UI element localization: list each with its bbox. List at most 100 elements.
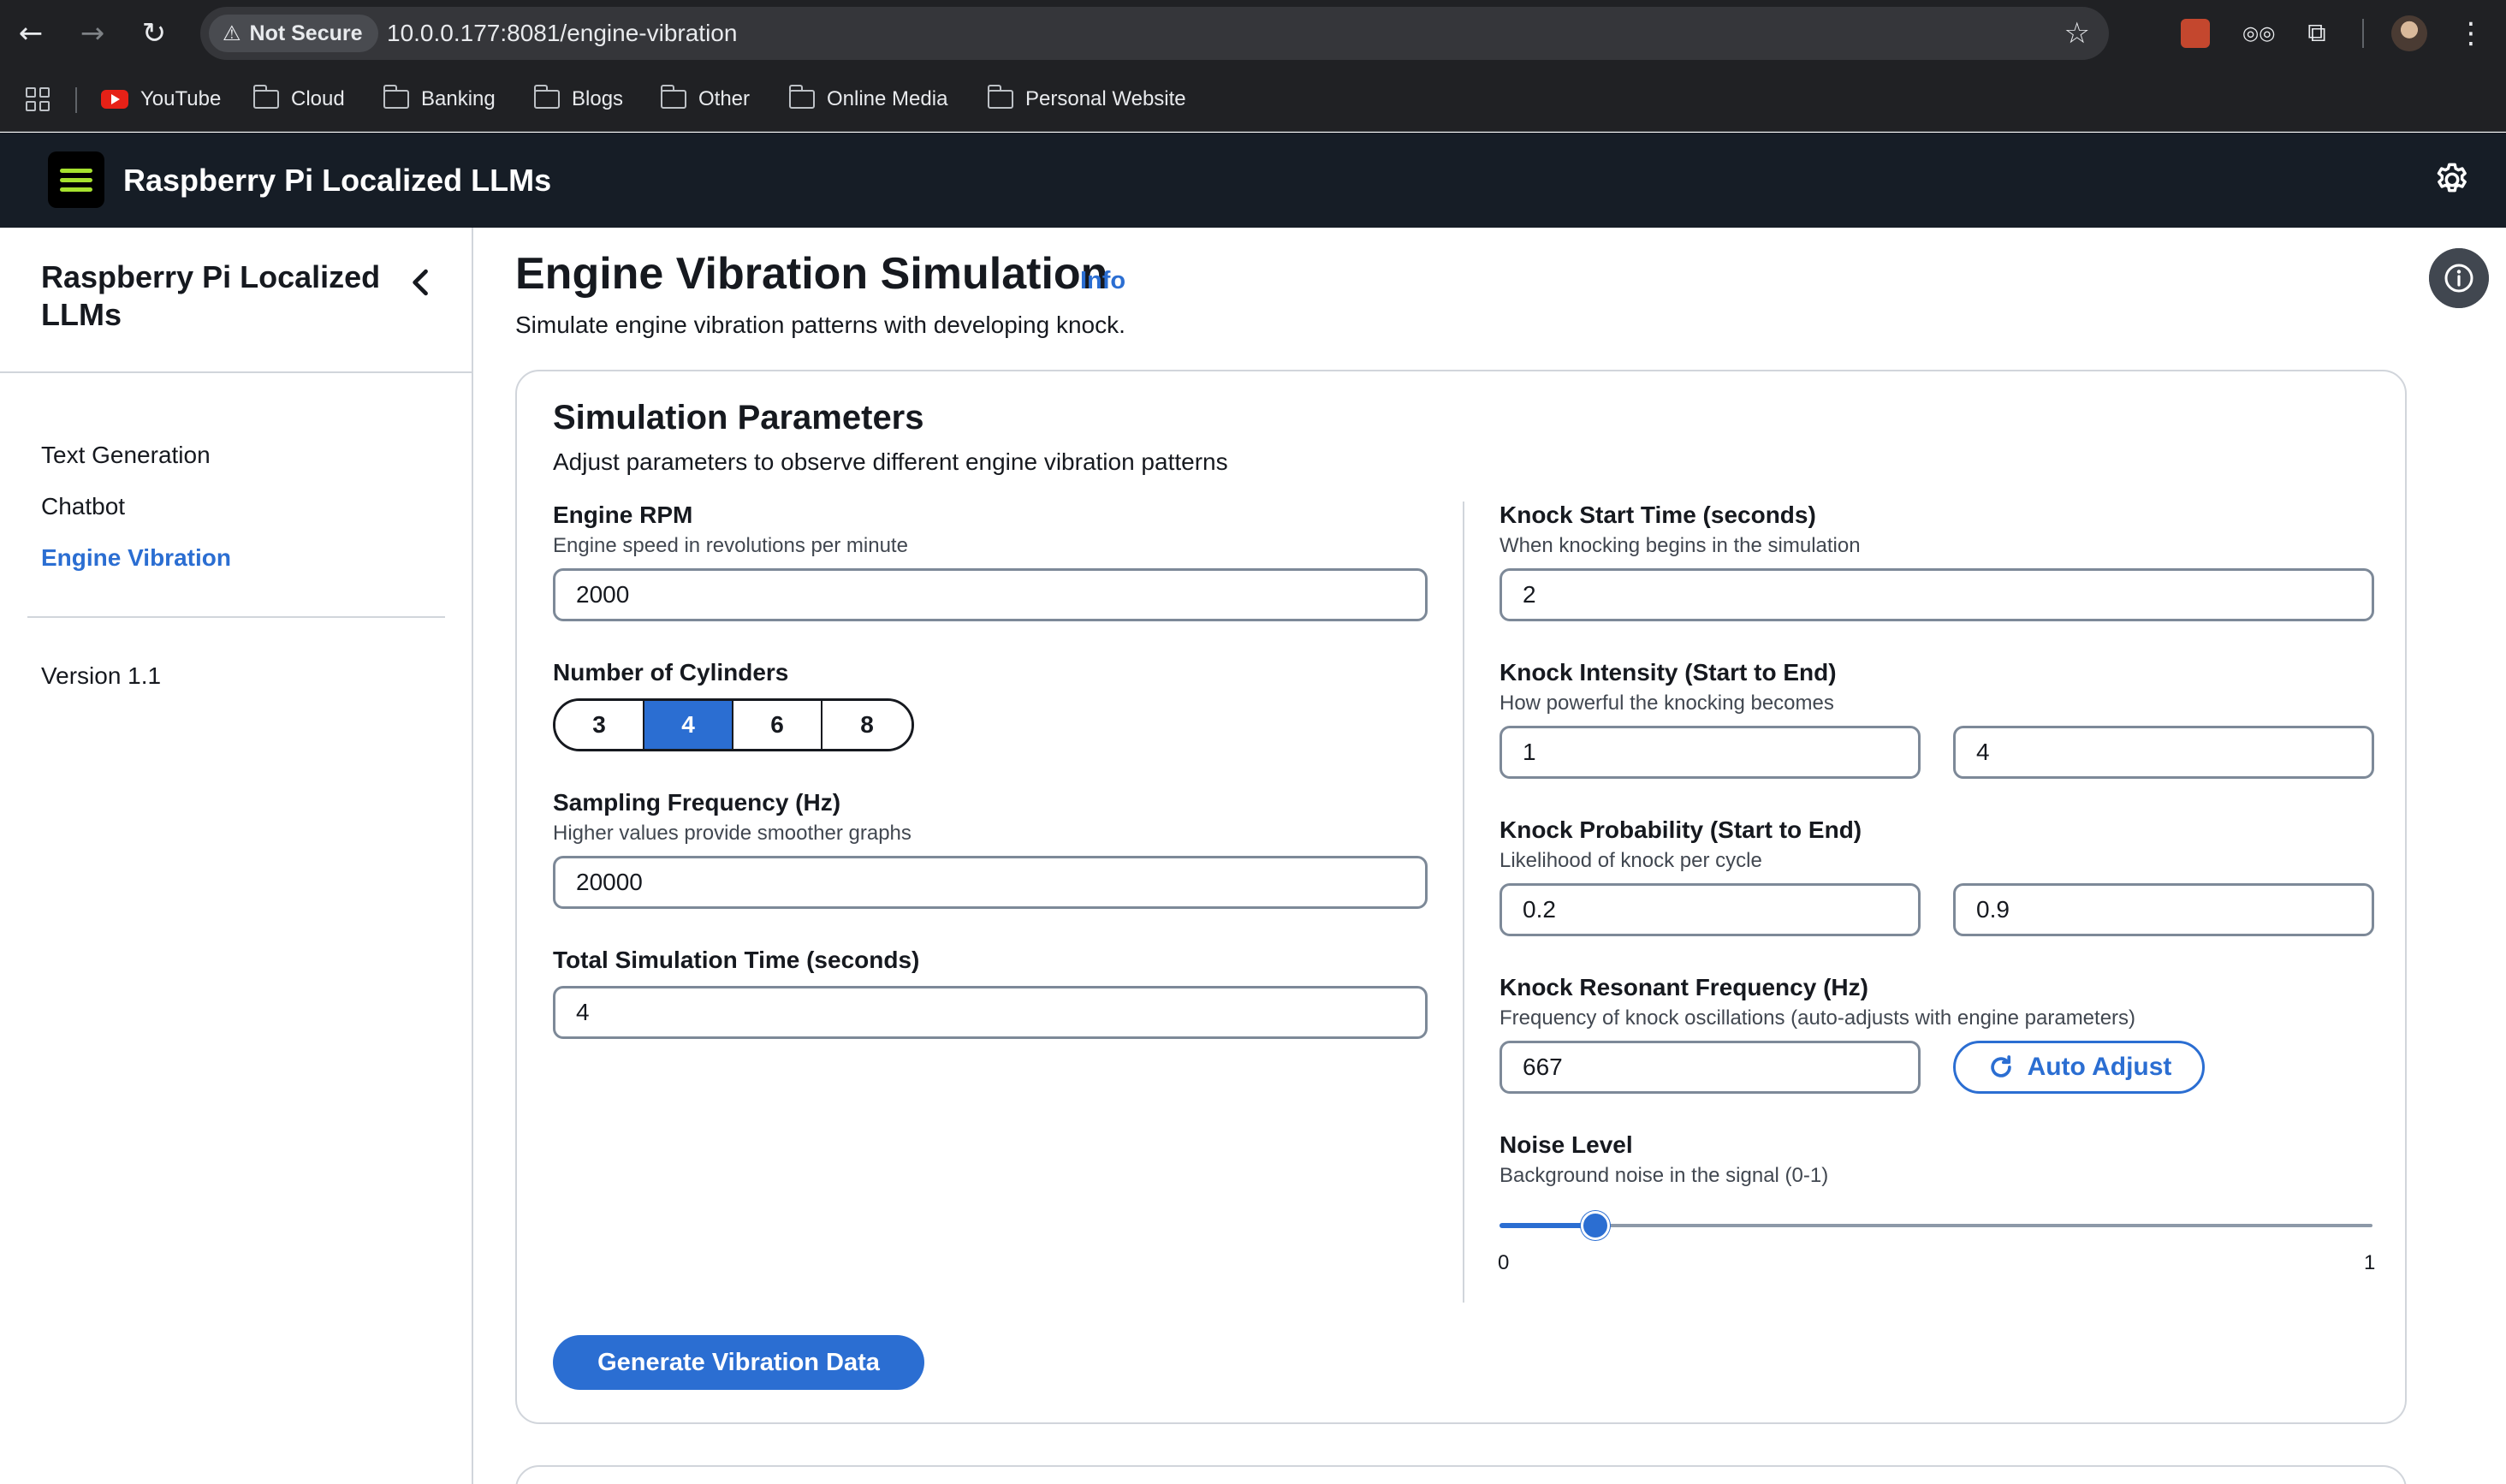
- security-label: Not Secure: [249, 21, 363, 45]
- sidebar-item-text-generation[interactable]: Text Generation: [41, 442, 211, 469]
- auto-adjust-label: Auto Adjust: [2027, 1053, 2172, 1081]
- sidebar-divider: [27, 616, 445, 618]
- total-time-label: Total Simulation Time (seconds): [553, 947, 920, 973]
- toolbar-separator: [2362, 19, 2364, 48]
- knock-probability-start-input[interactable]: [1499, 883, 1921, 936]
- slider-max-label: 1: [2364, 1251, 2376, 1274]
- bookmark-star-icon[interactable]: ☆: [2064, 7, 2090, 60]
- knock-probability-label: Knock Probability (Start to End): [1499, 816, 1862, 843]
- warning-icon: ⚠: [223, 21, 241, 45]
- panel-title: Simulation Parameters: [553, 399, 924, 436]
- bookmark-online-media[interactable]: Online Media: [788, 67, 948, 132]
- folder-icon: [987, 85, 1013, 109]
- info-link[interactable]: Info: [1080, 267, 1125, 295]
- address-bar[interactable]: ⚠ Not Secure 10.0.0.177:8081/engine-vibr…: [200, 7, 2109, 60]
- noise-level-label: Noise Level: [1499, 1131, 1633, 1158]
- noise-level-hint: Background noise in the signal (0-1): [1499, 1164, 1829, 1187]
- app-title: Raspberry Pi Localized LLMs: [123, 163, 552, 198]
- bookmark-label: Personal Website: [1025, 87, 1186, 110]
- folder-icon: [383, 85, 409, 109]
- noise-level-slider[interactable]: [1499, 1211, 2372, 1240]
- cylinders-label: Number of Cylinders: [553, 659, 789, 686]
- bookmark-youtube[interactable]: YouTube: [101, 67, 221, 132]
- apps-grid-icon[interactable]: [26, 87, 50, 111]
- url-text[interactable]: 10.0.0.177:8081/engine-vibration: [387, 7, 737, 60]
- generate-vibration-data-button[interactable]: Generate Vibration Data: [553, 1335, 924, 1390]
- security-chip[interactable]: ⚠ Not Secure: [209, 15, 378, 52]
- engine-rpm-hint: Engine speed in revolutions per minute: [553, 534, 908, 557]
- sampling-frequency-label: Sampling Frequency (Hz): [553, 789, 841, 816]
- bookmark-label: Online Media: [827, 87, 948, 110]
- bookmark-label: Cloud: [291, 87, 345, 110]
- hamburger-menu-icon[interactable]: [48, 151, 104, 208]
- folder-icon: [788, 85, 815, 109]
- app-header: Raspberry Pi Localized LLMs: [0, 133, 2506, 228]
- extension-glasses-icon[interactable]: ◎◎: [2242, 19, 2275, 48]
- refresh-icon: [1990, 1055, 2011, 1077]
- cylinders-option-3[interactable]: 3: [555, 701, 644, 749]
- browser-toolbar: ← → ↻ ⚠ Not Secure 10.0.0.177:8081/engin…: [0, 0, 2506, 67]
- reload-icon[interactable]: ↻: [135, 15, 173, 52]
- version-label: Version 1.1: [41, 662, 162, 689]
- cylinders-option-4[interactable]: 4: [644, 701, 733, 749]
- info-panel-icon[interactable]: [2429, 248, 2489, 308]
- forward-icon[interactable]: →: [74, 15, 111, 52]
- auto-adjust-button[interactable]: Auto Adjust: [1953, 1041, 2205, 1094]
- sidebar-item-engine-vibration[interactable]: Engine Vibration: [41, 544, 231, 572]
- resonant-frequency-input[interactable]: [1499, 1041, 1921, 1094]
- knock-intensity-label: Knock Intensity (Start to End): [1499, 659, 1837, 686]
- page-description: Simulate engine vibration patterns with …: [515, 312, 1125, 338]
- bookmark-label: Other: [698, 87, 751, 110]
- sidebar-title: Raspberry Pi Localized LLMs: [41, 259, 381, 332]
- cylinders-option-6[interactable]: 6: [733, 701, 822, 749]
- sampling-frequency-hint: Higher values provide smoother graphs: [553, 822, 912, 845]
- sidebar-item-chatbot[interactable]: Chatbot: [41, 493, 125, 520]
- folder-icon: [533, 85, 560, 109]
- extension-icon[interactable]: [2181, 19, 2210, 48]
- bookmarks-separator: [75, 87, 77, 113]
- collapse-chevron-left-icon[interactable]: [402, 264, 440, 301]
- knock-start-hint: When knocking begins in the simulation: [1499, 534, 1861, 557]
- knock-start-label: Knock Start Time (seconds): [1499, 502, 1816, 528]
- engine-rpm-label: Engine RPM: [553, 502, 693, 528]
- sampling-frequency-input[interactable]: [553, 856, 1428, 909]
- knock-intensity-start-input[interactable]: [1499, 726, 1921, 779]
- extensions-puzzle-icon[interactable]: ⧉: [2302, 19, 2331, 48]
- bookmark-personal-website[interactable]: Personal Website: [987, 67, 1186, 132]
- page-title: Engine Vibration Simulation: [515, 249, 1108, 299]
- slider-thumb[interactable]: [1581, 1211, 1611, 1240]
- cylinders-option-8[interactable]: 8: [822, 701, 912, 749]
- folder-icon: [660, 85, 686, 109]
- simulation-parameters-panel: Simulation Parameters Adjust parameters …: [515, 370, 2407, 1424]
- resonant-frequency-label: Knock Resonant Frequency (Hz): [1499, 974, 1868, 1000]
- youtube-icon: [101, 90, 128, 109]
- column-divider: [1463, 502, 1464, 1303]
- browser-menu-icon[interactable]: ⋮: [2456, 15, 2485, 52]
- results-panel: [515, 1465, 2407, 1484]
- total-time-input[interactable]: [553, 986, 1428, 1039]
- profile-avatar[interactable]: [2391, 15, 2427, 51]
- knock-intensity-end-input[interactable]: [1953, 726, 2374, 779]
- knock-probability-end-input[interactable]: [1953, 883, 2374, 936]
- knock-start-input[interactable]: [1499, 568, 2374, 621]
- bookmark-banking[interactable]: Banking: [383, 67, 496, 132]
- knock-probability-hint: Likelihood of knock per cycle: [1499, 849, 1762, 872]
- bookmark-label: Blogs: [572, 87, 624, 110]
- cylinders-segmented-control: 3 4 6 8: [553, 698, 914, 751]
- folder-icon: [252, 85, 279, 109]
- knock-intensity-hint: How powerful the knocking becomes: [1499, 692, 1834, 715]
- bookmark-label: YouTube: [140, 87, 222, 110]
- sidebar-divider: [0, 371, 473, 373]
- engine-rpm-input[interactable]: [553, 568, 1428, 621]
- bookmark-cloud[interactable]: Cloud: [252, 67, 345, 132]
- panel-description: Adjust parameters to observe different e…: [553, 448, 1228, 475]
- bookmarks-bar: YouTube Cloud Banking Blogs Other Online…: [0, 67, 2506, 132]
- settings-gear-icon[interactable]: [2432, 160, 2472, 199]
- back-icon[interactable]: ←: [12, 15, 50, 52]
- slider-min-label: 0: [1498, 1251, 1510, 1274]
- resonant-frequency-hint: Frequency of knock oscillations (auto-ad…: [1499, 1006, 2136, 1030]
- bookmark-other[interactable]: Other: [660, 67, 751, 132]
- sidebar: Raspberry Pi Localized LLMs Text Generat…: [0, 228, 473, 1484]
- bookmark-label: Banking: [421, 87, 496, 110]
- bookmark-blogs[interactable]: Blogs: [533, 67, 624, 132]
